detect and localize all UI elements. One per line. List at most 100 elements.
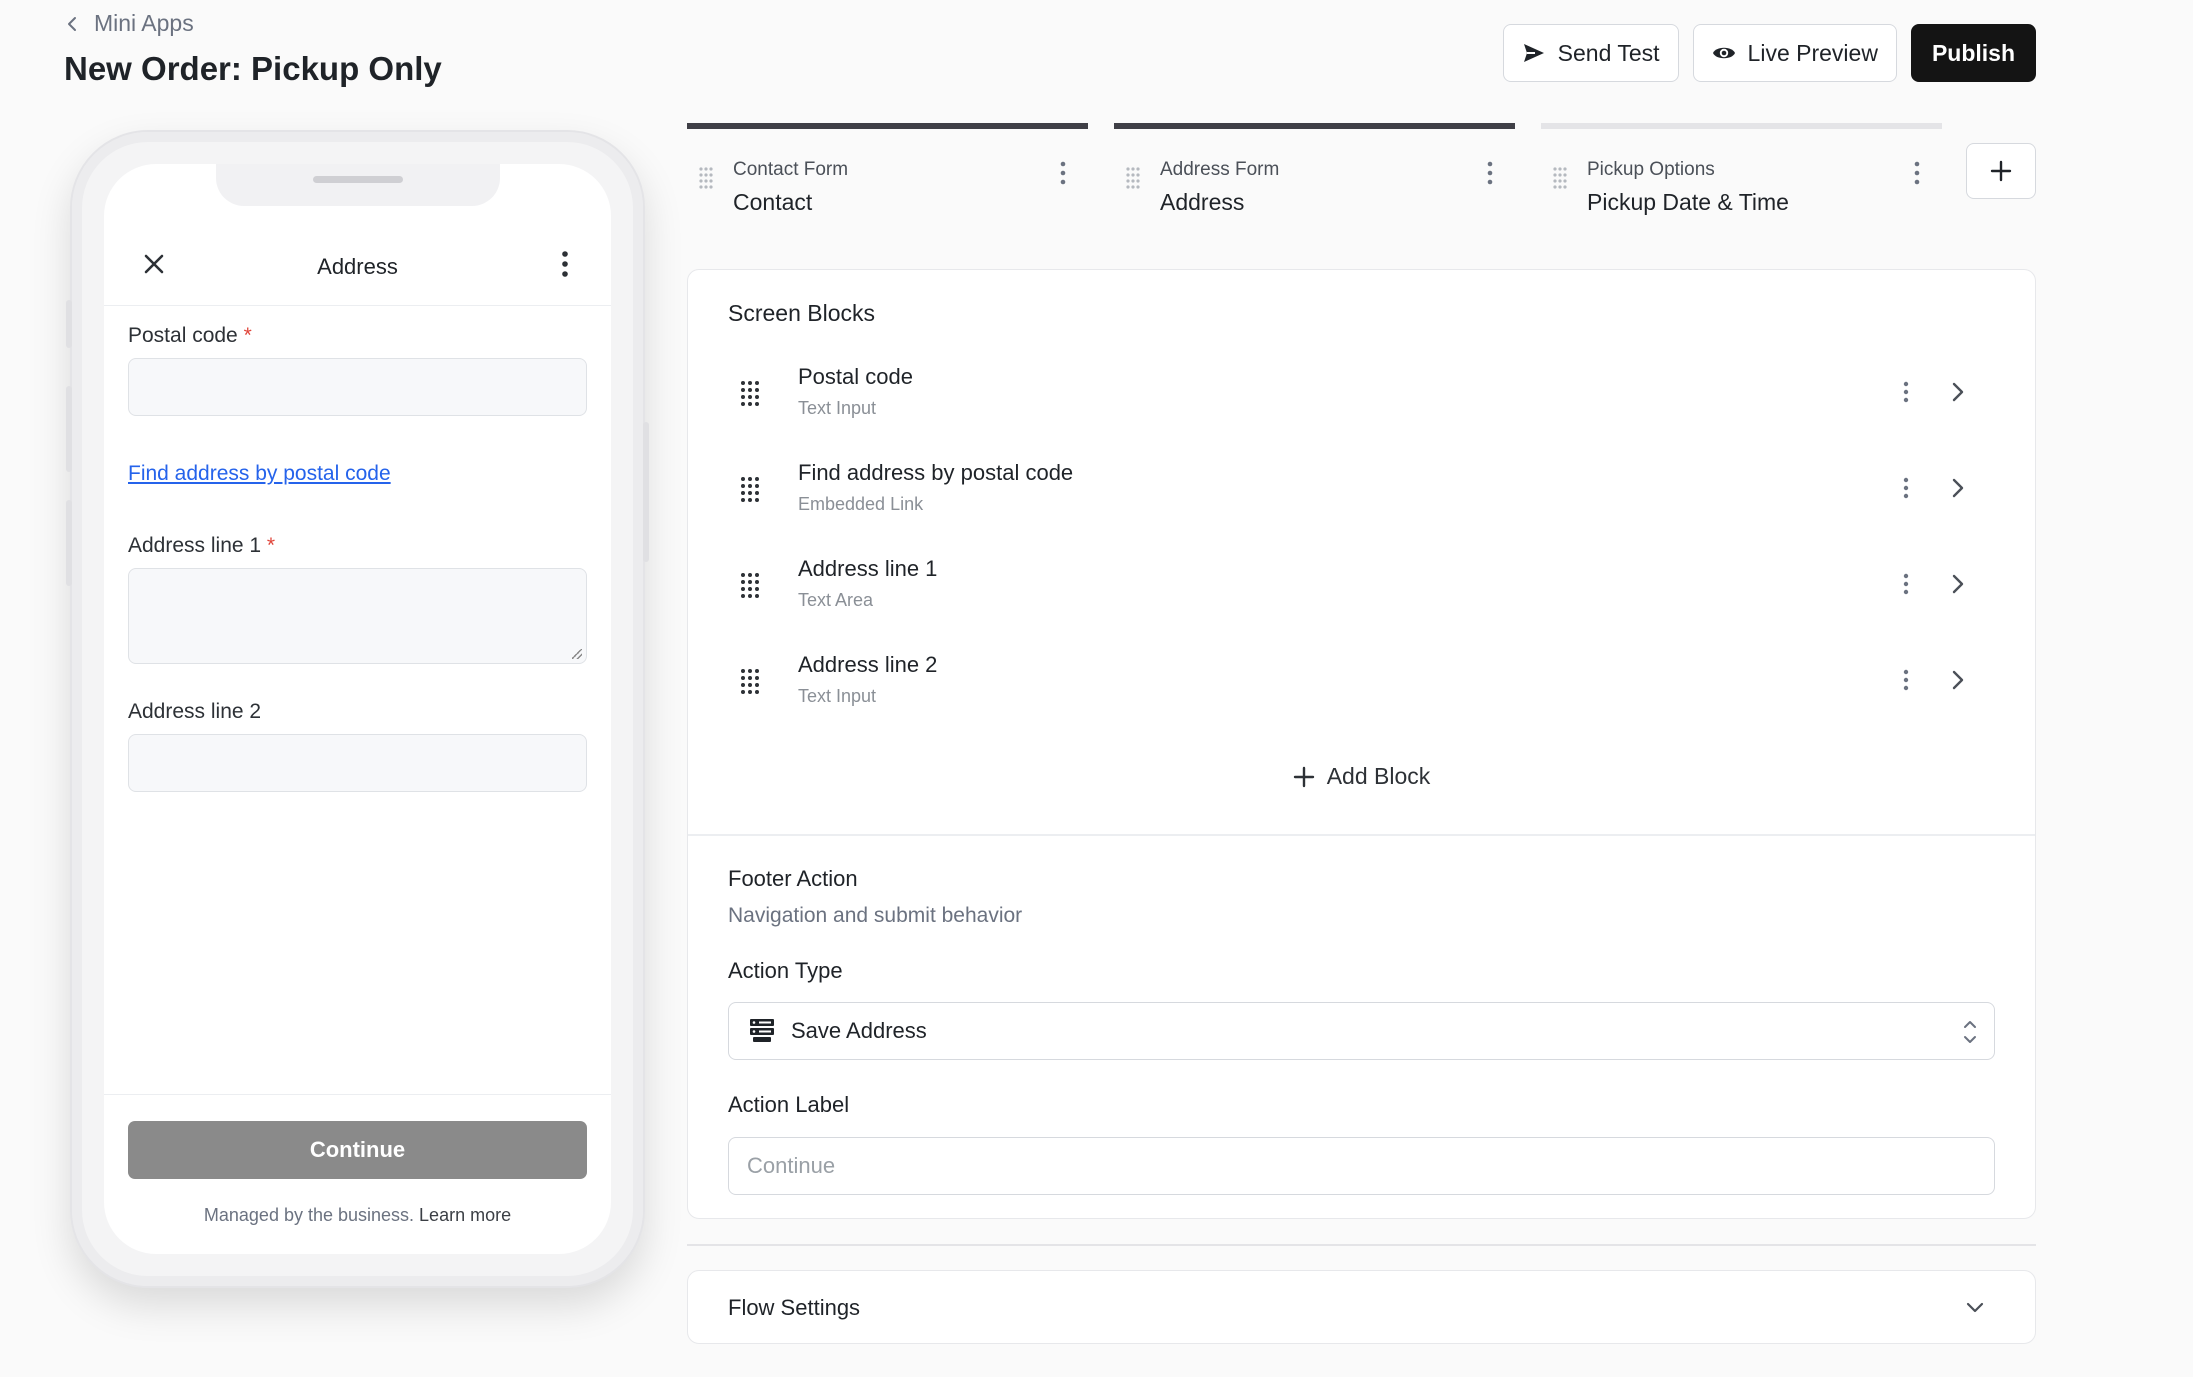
block-name: Postal code	[798, 364, 913, 389]
tab-name: Address	[1160, 189, 1245, 215]
action-label-input[interactable]	[728, 1137, 1995, 1195]
more-vertical-icon[interactable]	[1914, 161, 1920, 185]
phone-side-button	[66, 300, 72, 348]
tab-kicker: Contact Form	[733, 159, 849, 180]
postal-code-label: Postal code *	[128, 324, 587, 348]
address-line-2-label: Address line 2	[128, 700, 262, 723]
server-icon	[750, 1019, 774, 1042]
required-mark: *	[266, 534, 276, 557]
more-vertical-icon[interactable]	[1060, 161, 1066, 185]
header-actions: Send Test Live Preview Publish	[1502, 24, 2036, 82]
chevron-right-icon[interactable]	[1951, 572, 1965, 596]
section-divider	[688, 834, 2035, 836]
tab-kicker: Pickup Options	[1587, 159, 1715, 180]
chevron-right-icon[interactable]	[1951, 476, 1965, 500]
screen-editor-panel: Screen Blocks Postal code Text Input Fin…	[687, 269, 2036, 1219]
drag-handle-icon[interactable]	[1553, 167, 1567, 189]
tab-name: Contact	[733, 189, 813, 215]
tab-kicker: Address Form	[1160, 159, 1280, 180]
more-vertical-icon[interactable]	[1903, 572, 1909, 596]
drag-handle-icon[interactable]	[1126, 167, 1140, 189]
chevron-left-icon	[68, 16, 76, 31]
block-row[interactable]: Find address by postal code Embedded Lin…	[728, 446, 1995, 542]
screen-tabs: Contact Form Contact Address Form Addres…	[687, 123, 1942, 215]
add-block-button[interactable]: Add Block	[688, 763, 2035, 790]
phone-screen-title: Address	[317, 253, 398, 279]
tab-name: Pickup Date & Time	[1587, 189, 1789, 215]
add-screen-button[interactable]	[1966, 143, 2036, 199]
drag-handle-icon[interactable]	[740, 668, 760, 694]
speaker-grille	[312, 176, 403, 183]
publish-button[interactable]: Publish	[1910, 24, 2036, 82]
drag-handle-icon[interactable]	[740, 476, 760, 502]
eye-icon	[1712, 47, 1735, 59]
send-test-button[interactable]: Send Test	[1502, 24, 1679, 82]
continue-button[interactable]: Continue	[128, 1121, 587, 1179]
footer-action-title: Footer Action	[728, 866, 858, 891]
chevron-right-icon[interactable]	[1951, 668, 1965, 692]
block-name: Address line 1	[798, 556, 938, 581]
learn-more-link[interactable]: Learn more	[419, 1205, 511, 1225]
drag-handle-icon[interactable]	[699, 167, 713, 189]
plus-icon	[1990, 160, 2012, 182]
more-vertical-icon[interactable]	[561, 250, 569, 278]
add-block-label: Add Block	[1326, 763, 1431, 789]
drag-handle-icon[interactable]	[740, 380, 760, 406]
phone-volume-up-button	[66, 386, 72, 472]
action-type-label: Action Type	[728, 958, 843, 983]
flow-settings-title: Flow Settings	[728, 1295, 861, 1320]
block-row[interactable]: Postal code Text Input	[728, 350, 1995, 446]
live-preview-label: Live Preview	[1747, 39, 1878, 66]
block-row[interactable]: Address line 1 Text Area	[728, 542, 1995, 638]
phone-footer: Continue Managed by the business. Learn …	[104, 1094, 611, 1254]
block-name: Address line 2	[798, 652, 938, 677]
block-type: Text Area	[798, 590, 874, 610]
phone-volume-down-button	[66, 500, 72, 586]
postal-code-label-text: Postal code	[128, 324, 238, 347]
required-mark: *	[243, 324, 252, 347]
block-type: Embedded Link	[798, 494, 924, 514]
address-line-1-textarea[interactable]	[128, 568, 587, 664]
phone-preview: Address Postal code * Find address by po…	[66, 130, 649, 1288]
breadcrumb[interactable]: Mini Apps	[64, 10, 194, 37]
tab-address[interactable]: Address Form Address	[1114, 123, 1515, 215]
more-vertical-icon[interactable]	[1487, 161, 1493, 185]
send-test-label: Send Test	[1557, 39, 1660, 66]
live-preview-button[interactable]: Live Preview	[1692, 24, 1897, 82]
action-type-select[interactable]: Save Address	[728, 1002, 1995, 1060]
phone-power-button	[643, 422, 649, 562]
chevron-up-down-icon	[1964, 1021, 1976, 1043]
action-label-label: Action Label	[728, 1092, 850, 1117]
address-line-2-input[interactable]	[128, 734, 587, 792]
more-vertical-icon[interactable]	[1903, 476, 1909, 500]
chevron-right-icon[interactable]	[1951, 380, 1965, 404]
paper-plane-icon	[1523, 44, 1544, 62]
screen-blocks-title: Screen Blocks	[728, 300, 876, 326]
block-type: Text Input	[798, 686, 877, 706]
flow-settings-accordion[interactable]: Flow Settings	[687, 1270, 2036, 1344]
address-line-1-label: Address line 1 *	[128, 534, 587, 558]
close-icon[interactable]	[140, 250, 168, 278]
phone-screen: Address Postal code * Find address by po…	[104, 164, 611, 1254]
more-vertical-icon[interactable]	[1903, 380, 1909, 404]
page-title: New Order: Pickup Only	[64, 50, 442, 87]
find-address-link[interactable]: Find address by postal code	[128, 462, 391, 485]
phone-form: Postal code * Find address by postal cod…	[128, 324, 587, 792]
postal-code-input[interactable]	[128, 358, 587, 416]
chevron-down-icon	[1966, 1302, 1984, 1313]
footer-note: Managed by the business. Learn more	[104, 1205, 611, 1226]
breadcrumb-label: Mini Apps	[94, 10, 194, 36]
phone-notch	[215, 164, 500, 206]
phone-top-bar: Address	[104, 228, 611, 306]
publish-label: Publish	[1931, 39, 2015, 66]
tab-pickup-options[interactable]: Pickup Options Pickup Date & Time	[1541, 123, 1942, 215]
page-divider	[687, 1244, 2036, 1246]
block-name: Find address by postal code	[798, 460, 1074, 485]
footer-action-subtitle: Navigation and submit behavior	[728, 904, 1023, 927]
tab-contact[interactable]: Contact Form Contact	[687, 123, 1088, 215]
block-row[interactable]: Address line 2 Text Input	[728, 638, 1995, 734]
plus-icon	[1293, 766, 1314, 787]
more-vertical-icon[interactable]	[1903, 668, 1909, 692]
drag-handle-icon[interactable]	[740, 572, 760, 598]
action-type-value: Save Address	[791, 1018, 927, 1043]
